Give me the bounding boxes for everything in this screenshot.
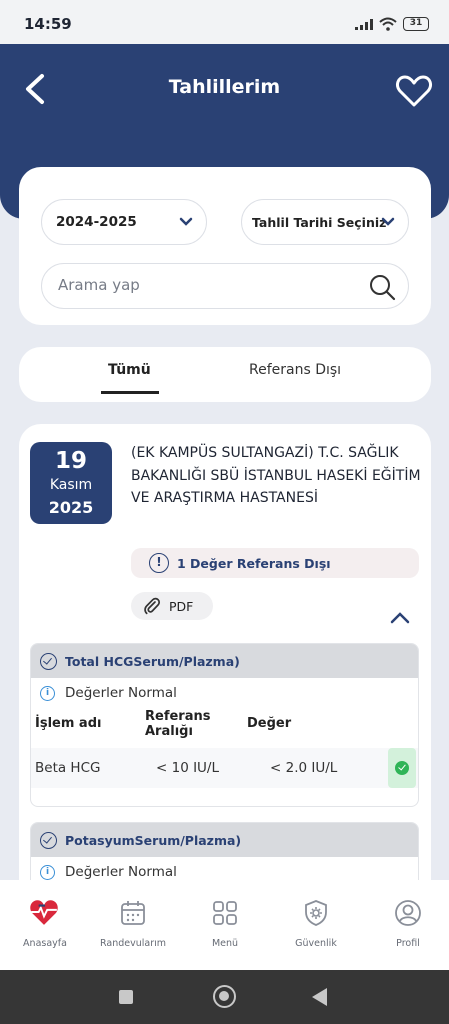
status-time: 14:59 bbox=[24, 15, 72, 33]
column-header-reference: Referans Aralığı bbox=[145, 709, 211, 739]
test-status: i Değerler Normal bbox=[31, 680, 418, 706]
test-group-header[interactable]: PotasyumSerum/Plazma) bbox=[31, 823, 418, 857]
active-tab-indicator bbox=[101, 391, 159, 394]
back-icon[interactable] bbox=[312, 988, 327, 1006]
tab-out-of-reference[interactable]: Referans Dışı bbox=[249, 362, 341, 378]
nav-item-profile[interactable]: Profil bbox=[363, 880, 449, 970]
heart-health-icon bbox=[30, 900, 58, 925]
user-icon bbox=[395, 900, 421, 926]
date-select-value: Tahlil Tarihi Seçiniz bbox=[252, 214, 387, 230]
nav-label: Menü bbox=[211, 938, 239, 949]
recents-icon[interactable] bbox=[119, 990, 133, 1004]
check-circle-icon bbox=[40, 652, 57, 670]
date-month: Kasım bbox=[49, 477, 93, 493]
nav-item-menu[interactable]: Menü bbox=[180, 880, 270, 970]
pdf-label: PDF bbox=[169, 598, 194, 614]
exclamation-icon: ! bbox=[149, 553, 169, 573]
hospital-name: (EK KAMPÜS SULTANGAZİ) T.C. SAĞLIK BAKAN… bbox=[131, 445, 421, 506]
page-title: Tahlillerim bbox=[168, 76, 281, 98]
year-select[interactable]: 2024-2025 bbox=[41, 199, 207, 245]
column-header-value: Değer bbox=[247, 716, 292, 731]
nav-label: Randevularım bbox=[99, 938, 166, 949]
system-nav-bar bbox=[0, 970, 449, 1024]
nav-label: Güvenlik bbox=[295, 938, 337, 949]
nav-item-security[interactable]: Güvenlik bbox=[271, 880, 361, 970]
shield-gear-icon bbox=[305, 900, 327, 926]
nav-item-appointments[interactable]: Randevularım bbox=[88, 880, 178, 970]
pdf-button[interactable]: PDF bbox=[131, 592, 213, 620]
test-group-title: PotasyumSerum/Plazma) bbox=[65, 832, 242, 848]
year-select-value: 2024-2025 bbox=[56, 214, 137, 230]
date-badge: 19 Kasım 2025 bbox=[30, 442, 112, 524]
row-test-name: Beta HCG bbox=[35, 760, 101, 776]
reference-warning-text: 1 Değer Referans Dışı bbox=[177, 555, 331, 571]
status-bar: 14:59 31 bbox=[0, 0, 449, 44]
home-icon[interactable] bbox=[213, 985, 236, 1008]
check-icon bbox=[395, 761, 409, 775]
tab-all[interactable]: Tümü bbox=[108, 362, 151, 378]
test-group: PotasyumSerum/Plazma) i Değerler Normal bbox=[30, 822, 419, 884]
search-box bbox=[41, 263, 409, 309]
bottom-nav: Anasayfa Randevularım Menü Güvenlik Prof… bbox=[0, 880, 449, 970]
test-group: Total HCGSerum/Plazma) i Değerler Normal… bbox=[30, 643, 419, 807]
nav-label: Profil bbox=[396, 938, 420, 949]
search-input[interactable] bbox=[58, 276, 348, 294]
info-icon: i bbox=[40, 685, 55, 701]
row-value: < 2.0 IU/L bbox=[270, 760, 338, 776]
test-status-text: Değerler Normal bbox=[65, 864, 177, 880]
result-card[interactable]: 19 Kasım 2025 (EK KAMPÜS SULTANGAZİ) T.C… bbox=[19, 424, 431, 884]
wifi-icon bbox=[379, 17, 397, 31]
battery-icon: 31 bbox=[403, 17, 429, 31]
date-year: 2025 bbox=[48, 498, 94, 517]
tab-bar: Tümü Referans Dışı bbox=[19, 347, 431, 402]
grid-icon bbox=[213, 901, 237, 925]
status-badge bbox=[388, 748, 416, 788]
chevron-up-icon[interactable] bbox=[389, 610, 411, 626]
chevron-down-icon bbox=[179, 217, 193, 226]
nav-label: Anasayfa bbox=[23, 938, 67, 949]
table-row[interactable]: Beta HCG < 10 IU/L < 2.0 IU/L bbox=[31, 748, 418, 788]
test-status-text: Değerler Normal bbox=[65, 685, 177, 701]
row-reference: < 10 IU/L bbox=[156, 760, 220, 776]
reference-warning[interactable]: ! 1 Değer Referans Dışı bbox=[131, 548, 419, 578]
search-icon[interactable] bbox=[368, 273, 396, 301]
calendar-icon bbox=[121, 901, 145, 925]
paperclip-icon bbox=[144, 597, 161, 615]
heart-icon[interactable] bbox=[395, 72, 433, 110]
column-header-name: İşlem adı bbox=[35, 716, 102, 731]
filter-card: 2024-2025 Tahlil Tarihi Seçiniz bbox=[19, 167, 431, 325]
check-circle-icon bbox=[40, 831, 57, 849]
date-day: 19 bbox=[54, 448, 87, 474]
date-select[interactable]: Tahlil Tarihi Seçiniz bbox=[241, 199, 409, 245]
info-icon: i bbox=[40, 864, 55, 880]
nav-item-home[interactable]: Anasayfa bbox=[0, 880, 90, 970]
test-group-title: Total HCGSerum/Plazma) bbox=[65, 653, 240, 669]
test-group-header[interactable]: Total HCGSerum/Plazma) bbox=[31, 644, 418, 678]
chevron-down-icon bbox=[381, 217, 395, 226]
signal-icon bbox=[355, 18, 373, 30]
